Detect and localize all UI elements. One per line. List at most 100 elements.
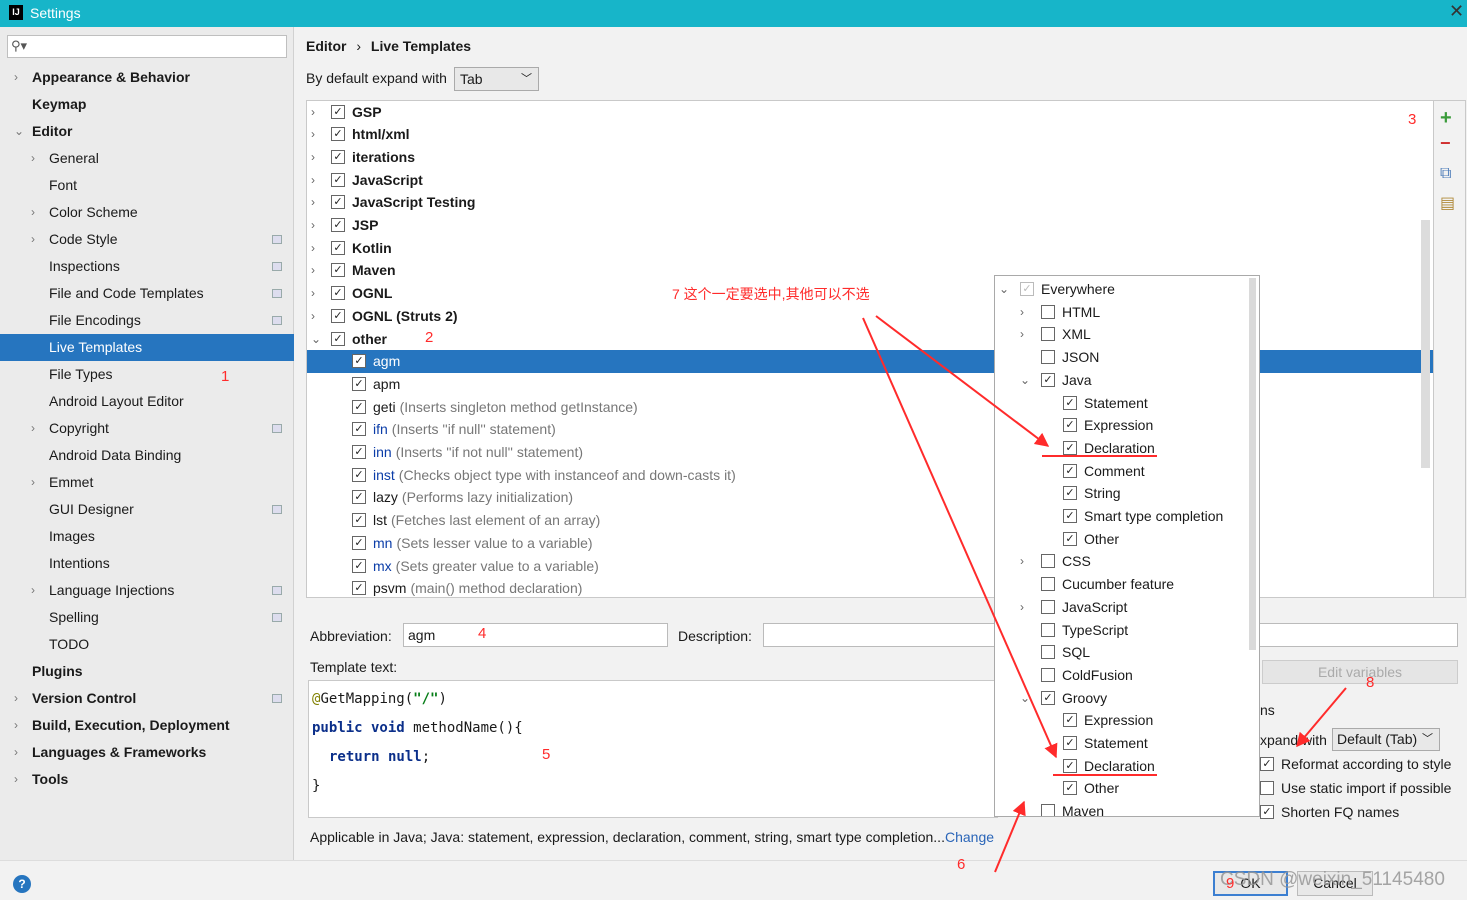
context-checkbox[interactable] <box>1041 304 1055 319</box>
chevron-right-icon[interactable]: › <box>14 64 18 91</box>
context-checkbox[interactable] <box>1041 554 1055 569</box>
context-item[interactable]: ✓ Other <box>995 777 1249 799</box>
context-checkbox[interactable]: ✓ <box>1063 713 1077 728</box>
sidebar-item[interactable]: › Build, Execution, Deployment <box>0 712 294 739</box>
template-checkbox[interactable]: ✓ <box>352 354 366 369</box>
context-item[interactable]: ✓ Declaration <box>995 437 1249 459</box>
template-group-row[interactable]: › ✓ Maven <box>307 259 1433 282</box>
template-checkbox[interactable]: ✓ <box>331 149 345 164</box>
chevron-right-icon[interactable]: › <box>1020 323 1024 345</box>
context-checkbox[interactable]: ✓ <box>1063 418 1077 433</box>
close-icon[interactable]: ✕ <box>1449 1 1464 22</box>
chevron-right-icon[interactable]: › <box>311 214 315 237</box>
context-checkbox[interactable]: ✓ <box>1063 463 1077 478</box>
sidebar-item[interactable]: Intentions <box>0 550 294 577</box>
chevron-down-icon[interactable]: ⌄ <box>1020 369 1030 391</box>
context-item[interactable]: › HTML <box>995 301 1249 323</box>
template-checkbox[interactable]: ✓ <box>352 467 366 482</box>
context-item[interactable]: › JavaScript <box>995 596 1249 618</box>
chevron-right-icon[interactable]: › <box>31 145 35 172</box>
chevron-right-icon[interactable]: › <box>31 226 35 253</box>
help-icon[interactable]: ? <box>13 875 31 893</box>
context-checkbox[interactable] <box>1041 622 1055 637</box>
context-checkbox[interactable] <box>1041 577 1055 592</box>
sidebar-item[interactable]: Live Templates <box>0 334 294 361</box>
template-checkbox[interactable]: ✓ <box>352 376 366 391</box>
template-checkbox[interactable]: ✓ <box>352 581 366 596</box>
template-checkbox[interactable]: ✓ <box>331 218 345 232</box>
static-import-checkbox[interactable] <box>1260 781 1274 795</box>
template-row[interactable]: ✓ agm <box>307 350 1433 374</box>
context-item[interactable]: ✓ Statement <box>995 732 1249 754</box>
sidebar-item[interactable]: Android Data Binding <box>0 442 294 469</box>
context-checkbox[interactable] <box>1041 599 1055 614</box>
sidebar-item[interactable]: Keymap <box>0 91 294 118</box>
context-item[interactable]: ✓ Expression <box>995 414 1249 436</box>
template-checkbox[interactable]: ✓ <box>352 422 366 437</box>
chevron-right-icon[interactable]: › <box>311 282 315 305</box>
context-checkbox[interactable]: ✓ <box>1063 395 1077 410</box>
context-item[interactable]: Maven <box>995 800 1249 816</box>
chevron-right-icon[interactable]: › <box>14 766 18 793</box>
sidebar-item[interactable]: Spelling <box>0 604 294 631</box>
remove-template-icon[interactable]: − <box>1440 133 1451 154</box>
context-item[interactable]: ColdFusion <box>995 664 1249 686</box>
template-row[interactable]: ✓ mn (Sets lesser value to a variable) <box>307 532 1433 555</box>
template-group-row[interactable]: › ✓ iterations <box>307 146 1433 169</box>
template-checkbox[interactable]: ✓ <box>331 195 345 210</box>
change-context-link[interactable]: Change <box>945 829 994 845</box>
context-item[interactable]: ✓ Comment <box>995 460 1249 482</box>
template-group-row[interactable]: › ✓ JavaScript Testing <box>307 191 1433 214</box>
template-row[interactable]: ✓ mx (Sets greater value to a variable) <box>307 555 1433 578</box>
context-item[interactable]: ✓ Declaration <box>995 755 1249 777</box>
template-row[interactable]: ✓ inn (Inserts ''if not null'' statement) <box>307 441 1433 464</box>
context-checkbox[interactable]: ✓ <box>1063 440 1077 455</box>
context-checkbox[interactable]: ✓ <box>1063 736 1077 750</box>
template-checkbox[interactable]: ✓ <box>352 490 366 505</box>
template-checkbox[interactable]: ✓ <box>331 286 345 301</box>
sidebar-item[interactable]: Inspections <box>0 253 294 280</box>
templates-scrollbar[interactable] <box>1421 220 1430 468</box>
context-item[interactable]: TypeScript <box>995 619 1249 641</box>
context-item[interactable]: ✓ Smart type completion <box>995 505 1249 527</box>
template-checkbox[interactable]: ✓ <box>331 331 345 346</box>
context-item[interactable]: ✓ Statement <box>995 392 1249 414</box>
context-item[interactable]: › CSS <box>995 550 1249 572</box>
chevron-right-icon[interactable]: › <box>31 415 35 442</box>
chevron-right-icon[interactable]: › <box>1020 550 1024 572</box>
shorten-fq-checkbox[interactable]: ✓ <box>1260 805 1274 819</box>
sidebar-item[interactable]: ⌄ Editor <box>0 118 294 145</box>
reformat-checkbox[interactable]: ✓ <box>1260 757 1274 771</box>
template-checkbox[interactable]: ✓ <box>331 240 345 255</box>
restore-template-icon[interactable]: ▤ <box>1440 193 1455 213</box>
template-checkbox[interactable]: ✓ <box>352 445 366 459</box>
template-checkbox[interactable]: ✓ <box>331 104 345 119</box>
sidebar-item[interactable]: › Copyright <box>0 415 294 442</box>
context-item[interactable]: › XML <box>995 323 1249 345</box>
sidebar-item[interactable]: TODO <box>0 631 294 658</box>
expand-with-select[interactable]: Tab ﹀ <box>454 67 539 91</box>
sidebar-item[interactable]: › Color Scheme <box>0 199 294 226</box>
chevron-right-icon[interactable]: › <box>311 123 315 146</box>
sidebar-item[interactable]: GUI Designer <box>0 496 294 523</box>
template-group-row[interactable]: › ✓ OGNL <box>307 282 1433 305</box>
template-row[interactable]: ✓ psvm (main() method declaration) <box>307 577 1433 597</box>
add-template-icon[interactable]: + <box>1440 107 1452 130</box>
template-group-row[interactable]: › ✓ Kotlin <box>307 237 1433 260</box>
abbreviation-input[interactable]: agm <box>403 623 668 647</box>
template-row[interactable]: ✓ inst (Checks object type with instanceof… <box>307 464 1433 487</box>
template-row[interactable]: ✓ ifn (Inserts ''if null'' statement) <box>307 418 1433 441</box>
context-checkbox[interactable]: ✓ <box>1063 531 1077 546</box>
context-checkbox[interactable]: ✓ <box>1041 690 1055 705</box>
sidebar-item[interactable]: Images <box>0 523 294 550</box>
copy-template-icon[interactable]: ⧉ <box>1440 165 1451 183</box>
chevron-down-icon[interactable]: ⌄ <box>1020 687 1030 709</box>
context-checkbox[interactable]: ✓ <box>1063 509 1077 523</box>
context-item[interactable]: ⌄ ✓ Groovy <box>995 687 1249 709</box>
sidebar-item[interactable]: Plugins <box>0 658 294 685</box>
chevron-right-icon[interactable]: › <box>311 259 315 282</box>
sidebar-item[interactable]: File Types <box>0 361 294 388</box>
chevron-right-icon[interactable]: › <box>311 169 315 192</box>
template-row[interactable]: ✓ lazy (Performs lazy initialization) <box>307 486 1433 509</box>
sidebar-item[interactable]: › Tools <box>0 766 294 793</box>
